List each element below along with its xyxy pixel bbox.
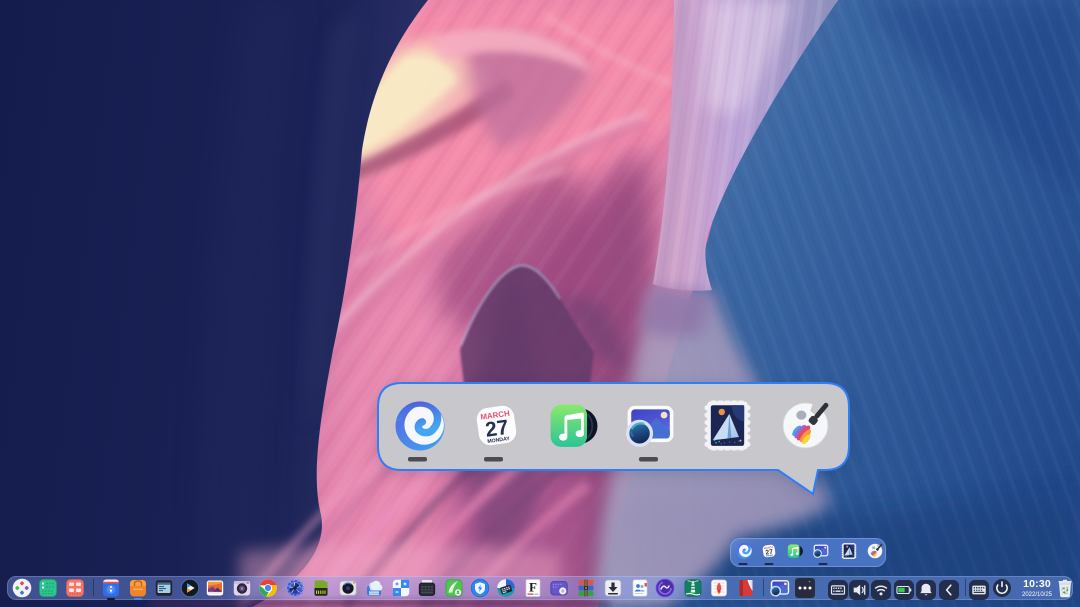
svg-text:F: F: [529, 580, 537, 595]
